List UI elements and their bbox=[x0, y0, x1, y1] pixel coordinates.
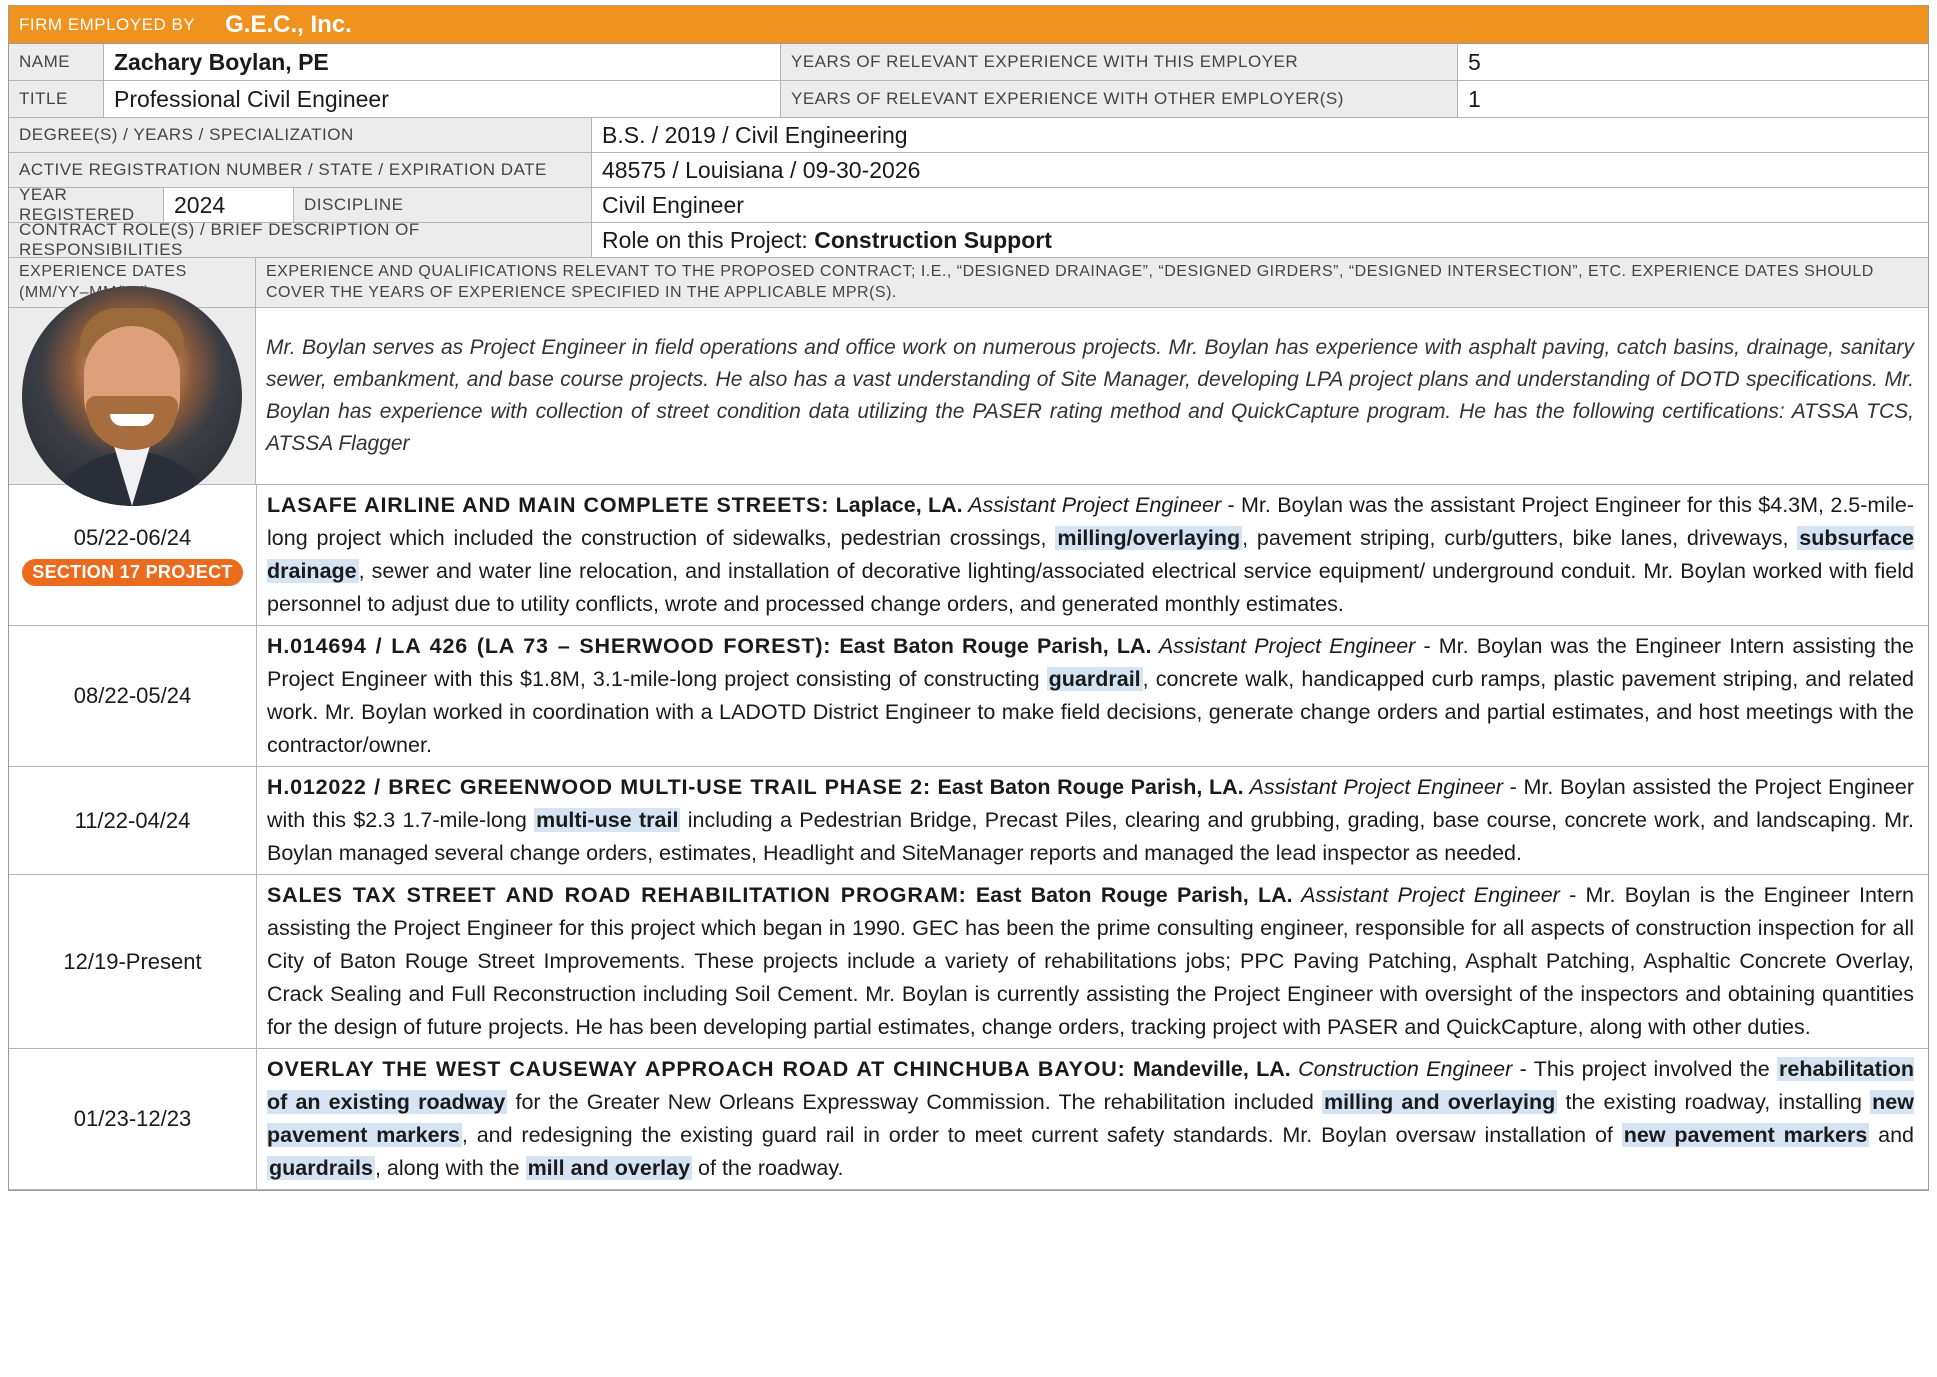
project-role: Assistant Project Engineer bbox=[1151, 634, 1416, 658]
project-description: OVERLAY THE WEST CAUSEWAY APPROACH ROAD … bbox=[257, 1049, 1928, 1189]
project-dates-cell: 12/19-Present bbox=[9, 875, 257, 1048]
project-text: , along with the bbox=[374, 1156, 526, 1180]
role-value: Construction Support bbox=[814, 226, 1052, 253]
project-role: Assistant Project Engineer bbox=[962, 493, 1222, 517]
profile-photo bbox=[22, 286, 242, 506]
project-row: 08/22-05/24 H.014694 / LA 426 (LA 73 – SH… bbox=[9, 626, 1928, 767]
year-registered-value: 2024 bbox=[174, 191, 226, 218]
firm-label: FIRM EMPLOYED BY bbox=[19, 14, 196, 34]
project-dates: 11/22-04/24 bbox=[74, 807, 191, 833]
project-dates-cell: 08/22-05/24 bbox=[9, 626, 257, 766]
registration-value: 48575 / Louisiana / 09-30-2026 bbox=[602, 156, 921, 183]
degree-value: B.S. / 2019 / Civil Engineering bbox=[602, 121, 908, 148]
project-title: H.014694 / LA 426 (LA 73 – SHERWOOD FORE… bbox=[267, 634, 832, 658]
project-title: LASAFE AIRLINE AND MAIN COMPLETE STREETS… bbox=[267, 493, 830, 517]
project-description: H.012022 / BREC GREENWOOD MULTI-USE TRAI… bbox=[257, 767, 1928, 874]
project-location: East Baton Rouge Parish, LA. bbox=[831, 634, 1152, 658]
highlighted-keyword: mill and overlay bbox=[525, 1156, 693, 1180]
role-prefix: Role on this Project: bbox=[602, 226, 815, 253]
discipline-label: DISCIPLINE bbox=[304, 195, 404, 214]
project-row: 12/19-Present SALES TAX STREET AND ROAD R… bbox=[9, 875, 1928, 1049]
project-dates: 01/23-12/23 bbox=[73, 1106, 192, 1131]
highlighted-keyword: milling and overlaying bbox=[1321, 1090, 1558, 1114]
bio-row: Mr. Boylan serves as Project Engineer in… bbox=[9, 286, 1928, 506]
years-other-label: YEARS OF RELEVANT EXPERIENCE WITH OTHER … bbox=[791, 89, 1344, 108]
project-text: , pavement striping, curb/gutters, bike … bbox=[1242, 526, 1798, 550]
project-description: SALES TAX STREET AND ROAD REHABILITATION… bbox=[257, 875, 1928, 1048]
title-row: TITLE Professional Civil Engineer YEARS … bbox=[9, 81, 1928, 118]
name-label: NAME bbox=[19, 52, 71, 71]
project-text: - This project involved the bbox=[1512, 1057, 1778, 1081]
discipline-value: Civil Engineer bbox=[602, 191, 744, 218]
project-location: Mandeville, LA. bbox=[1125, 1057, 1291, 1081]
registration-row: ACTIVE REGISTRATION NUMBER / STATE / EXP… bbox=[9, 153, 1928, 188]
years-this-value: 5 bbox=[1468, 48, 1481, 75]
project-text: and bbox=[1869, 1123, 1914, 1147]
role-row: CONTRACT ROLE(S) / BRIEF DESCRIPTION OF … bbox=[9, 220, 1928, 259]
project-dates-cell: 01/23-12/23 bbox=[9, 1049, 257, 1189]
project-role: Assistant Project Engineer bbox=[1243, 775, 1504, 799]
project-text: for the Greater New Orleans Expressway C… bbox=[507, 1090, 1322, 1114]
project-row: 05/22-06/24 SECTION 17 PROJECT LASAFE AIRL… bbox=[9, 485, 1928, 626]
project-role: Assistant Project Engineer bbox=[1292, 883, 1560, 907]
year-registered-label: YEAR REGISTERED bbox=[19, 185, 135, 224]
name-value: Zachary Boylan, PE bbox=[114, 48, 329, 75]
project-dates: 08/22-05/24 bbox=[73, 683, 192, 708]
highlighted-keyword: guardrails bbox=[267, 1156, 375, 1180]
title-value: Professional Civil Engineer bbox=[114, 85, 389, 112]
degree-row: DEGREE(S) / YEARS / SPECIALIZATION B.S. … bbox=[9, 118, 1928, 153]
title-label: TITLE bbox=[19, 89, 68, 108]
project-role: Construction Engineer bbox=[1290, 1057, 1513, 1081]
highlighted-keyword: guardrail bbox=[1046, 667, 1143, 691]
project-list: 05/22-06/24 SECTION 17 PROJECT LASAFE AIRL… bbox=[9, 485, 1928, 1190]
project-text: , and redesigning the existing guard rai… bbox=[461, 1123, 1622, 1147]
project-location: East Baton Rouge Parish, LA. bbox=[930, 775, 1244, 799]
project-location: East Baton Rouge Parish, LA. bbox=[966, 883, 1293, 907]
firm-header: FIRM EMPLOYED BY G.E.C., Inc. bbox=[9, 6, 1928, 44]
project-dates: 12/19-Present bbox=[63, 948, 202, 974]
experience-header-row: EXPERIENCE DATES (MM/YY–MM/YY) EXPERIENC… bbox=[9, 258, 1928, 308]
project-title: OVERLAY THE WEST CAUSEWAY APPROACH ROAD … bbox=[267, 1057, 1126, 1081]
degree-label: DEGREE(S) / YEARS / SPECIALIZATION bbox=[19, 125, 354, 144]
project-row: 01/23-12/23 OVERLAY THE WEST CAUSEWAY APP… bbox=[9, 1049, 1928, 1190]
highlighted-keyword: milling/overlaying bbox=[1055, 526, 1243, 550]
project-description: H.014694 / LA 426 (LA 73 – SHERWOOD FORE… bbox=[257, 626, 1928, 766]
project-text: , sewer and water line relocation, and i… bbox=[267, 559, 1914, 616]
years-other-value: 1 bbox=[1468, 85, 1481, 112]
registration-label: ACTIVE REGISTRATION NUMBER / STATE / EXP… bbox=[19, 160, 547, 179]
experience-description-label: EXPERIENCE AND QUALIFICATIONS RELEVANT T… bbox=[266, 263, 1874, 301]
bio-text: Mr. Boylan serves as Project Engineer in… bbox=[266, 336, 1914, 455]
highlighted-keyword: multi-use trail bbox=[534, 808, 681, 832]
project-description: LASAFE AIRLINE AND MAIN COMPLETE STREETS… bbox=[257, 485, 1928, 625]
project-text: of the roadway. bbox=[692, 1156, 844, 1180]
project-title: H.012022 / BREC GREENWOOD MULTI-USE TRAI… bbox=[267, 775, 931, 799]
role-label: CONTRACT ROLE(S) / BRIEF DESCRIPTION OF … bbox=[19, 220, 420, 259]
firm-name: G.E.C., Inc. bbox=[225, 10, 352, 38]
highlighted-keyword: new pavement markers bbox=[1621, 1123, 1870, 1147]
section-17-badge: SECTION 17 PROJECT bbox=[22, 558, 243, 586]
year-registered-row: YEAR REGISTERED 2024 DISCIPLINE Civil En… bbox=[9, 185, 1928, 224]
project-title: SALES TAX STREET AND ROAD REHABILITATION… bbox=[267, 883, 967, 907]
resume-form: FIRM EMPLOYED BY G.E.C., Inc. NAME Zacha… bbox=[8, 5, 1929, 1191]
project-dates-cell: 05/22-06/24 SECTION 17 PROJECT bbox=[9, 485, 257, 625]
project-dates: 05/22-06/24 bbox=[73, 524, 192, 550]
project-row: 11/22-04/24 H.012022 / BREC GREENWOOD MUL… bbox=[9, 767, 1928, 875]
name-row: NAME Zachary Boylan, PE YEARS OF RELEVAN… bbox=[9, 44, 1928, 81]
years-this-label: YEARS OF RELEVANT EXPERIENCE WITH THIS E… bbox=[791, 52, 1299, 71]
project-text: the existing roadway, installing bbox=[1557, 1090, 1871, 1114]
project-dates-cell: 11/22-04/24 bbox=[9, 767, 257, 874]
project-location: Laplace, LA. bbox=[829, 493, 963, 517]
